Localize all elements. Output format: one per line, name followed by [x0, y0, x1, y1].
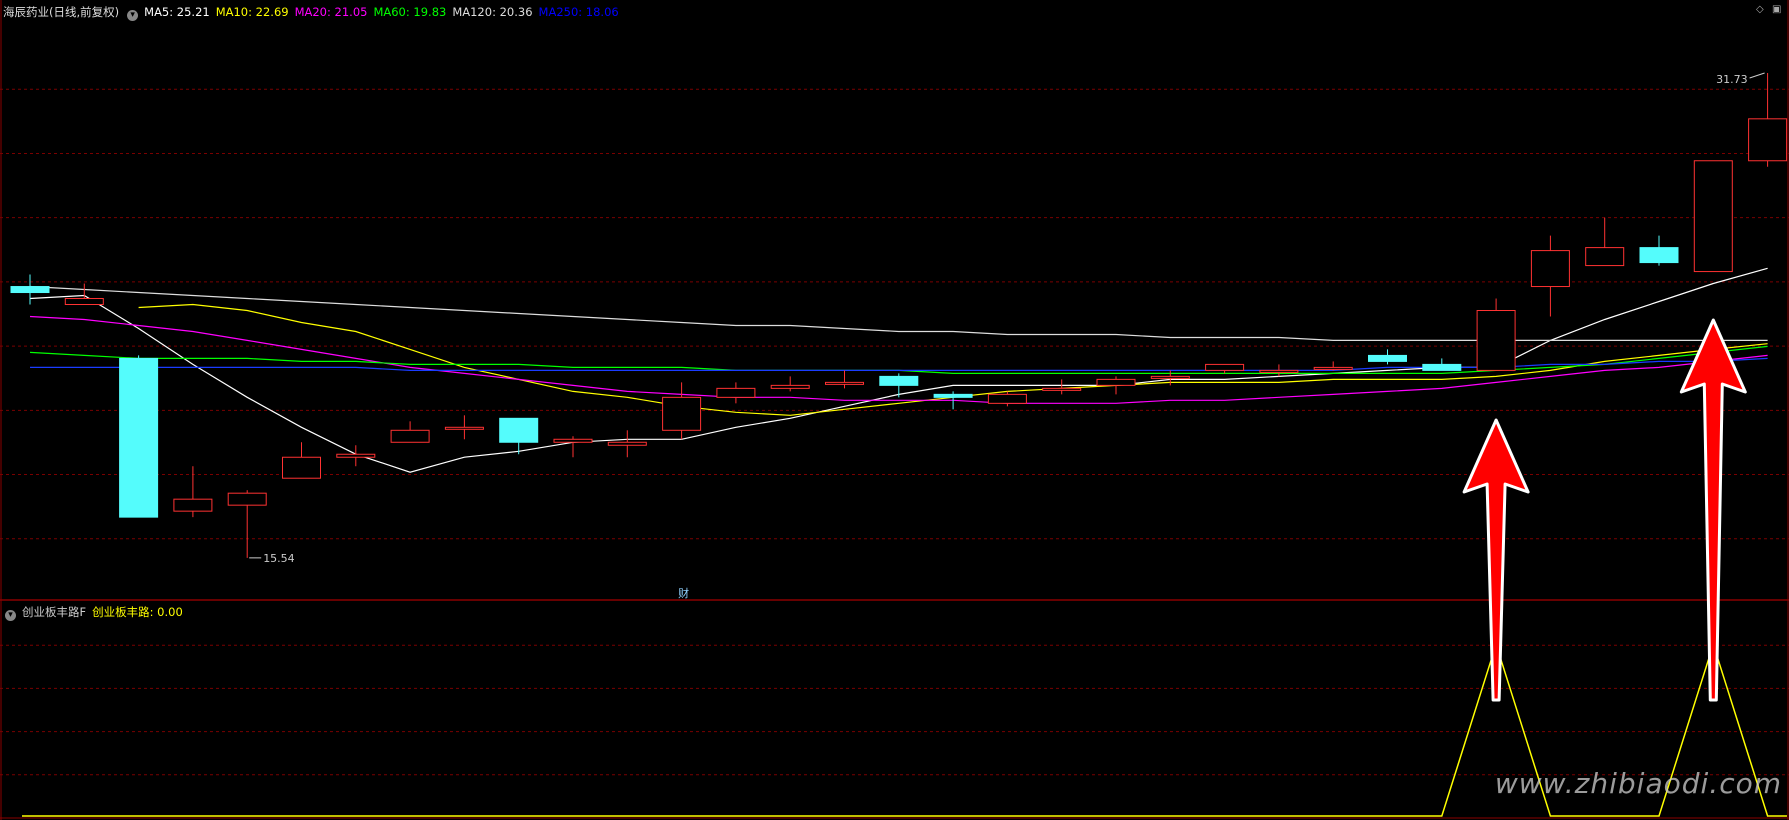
candle-body — [1476, 309, 1516, 371]
low-price-label: 15.54 — [263, 552, 295, 565]
candle-body — [716, 387, 756, 398]
candle-body — [282, 456, 321, 479]
candle-body — [1422, 363, 1462, 371]
candle-body — [1042, 387, 1082, 391]
candle-body — [553, 438, 593, 443]
candle-body — [173, 498, 213, 512]
candle-body — [1259, 369, 1299, 373]
stock-chart: 31.73 15.54 财 www.zhibiaodi.com — [0, 0, 1789, 820]
candle-body — [825, 381, 864, 385]
candle-body — [64, 298, 104, 306]
candle-body — [390, 429, 430, 443]
high-pointer — [1749, 72, 1765, 79]
candle-body — [662, 396, 702, 431]
candle-body — [1748, 118, 1788, 162]
candle-body — [933, 393, 973, 398]
high-price-label: 31.73 — [1716, 73, 1748, 86]
candle-body — [227, 492, 267, 506]
candle-body — [1693, 160, 1733, 273]
signal-arrow — [1462, 418, 1530, 702]
finance-event-marker: 财 — [678, 586, 689, 600]
candle-body — [1150, 375, 1190, 379]
watermark-text: www.zhibiaodi.com — [1495, 767, 1782, 800]
candle-body — [1368, 354, 1407, 362]
candle-body — [1313, 366, 1353, 370]
candle-body — [987, 393, 1027, 404]
candle-body — [1205, 363, 1245, 371]
candle-body — [607, 441, 647, 446]
candle-body — [879, 375, 919, 386]
candle-body — [1639, 247, 1679, 264]
candle-body — [336, 453, 376, 458]
signal-arrow — [1679, 318, 1747, 702]
candle-body — [119, 357, 159, 518]
candle-body — [499, 417, 539, 443]
candle-body — [10, 286, 50, 294]
candle-body — [1096, 378, 1136, 386]
candle-body — [1530, 250, 1570, 288]
candle-body — [770, 384, 810, 389]
candle-body — [444, 426, 484, 430]
candle-body — [1585, 247, 1625, 267]
